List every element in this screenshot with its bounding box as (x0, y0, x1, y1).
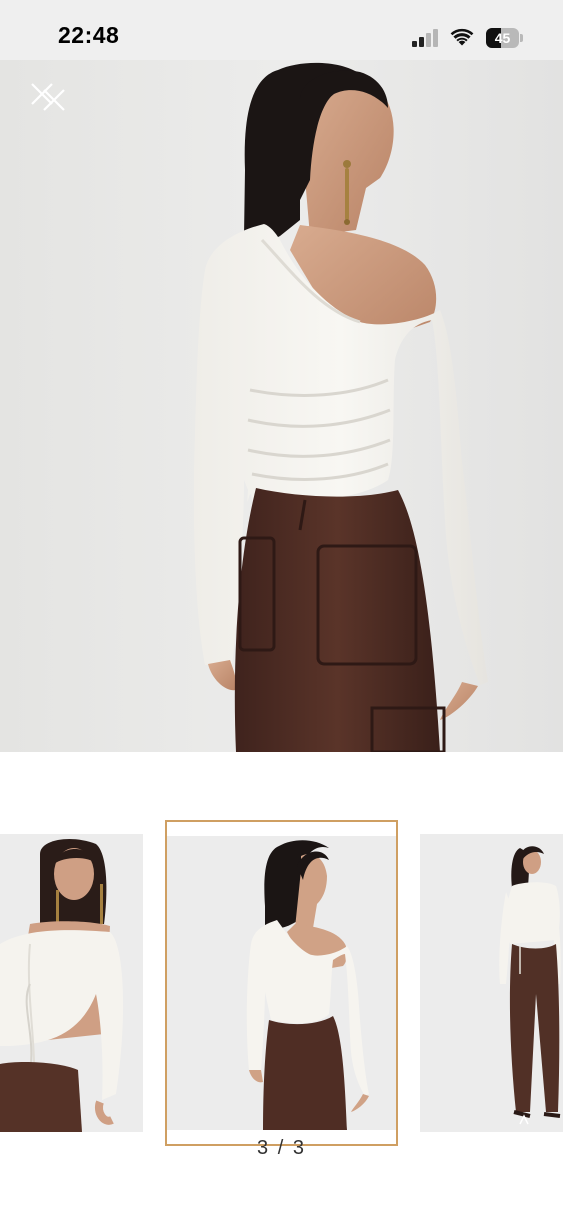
model-back-view-thumbnail-image (246, 840, 369, 1130)
signal-icon (412, 29, 440, 47)
status-bar: 22:48 45 (0, 0, 563, 60)
image-counter: 3 / 3 (257, 1137, 306, 1159)
status-time: 22:48 (58, 22, 120, 48)
battery-level-label: 45 (494, 30, 511, 46)
battery-body: 45 (486, 28, 519, 48)
thumbnail-3[interactable] (420, 820, 563, 1146)
battery-icon: 45 (486, 28, 523, 48)
thumbnail-1[interactable] (0, 820, 143, 1146)
model-front-ruched-image (0, 839, 124, 1132)
close-icon[interactable] (28, 80, 70, 116)
thumbnail-2-selected[interactable] (165, 820, 398, 1146)
model-back-view-image (0, 60, 563, 752)
battery-tip (520, 34, 523, 42)
main-product-photo[interactable] (0, 60, 563, 752)
wifi-icon (450, 28, 474, 46)
model-full-length-image (499, 846, 561, 1125)
